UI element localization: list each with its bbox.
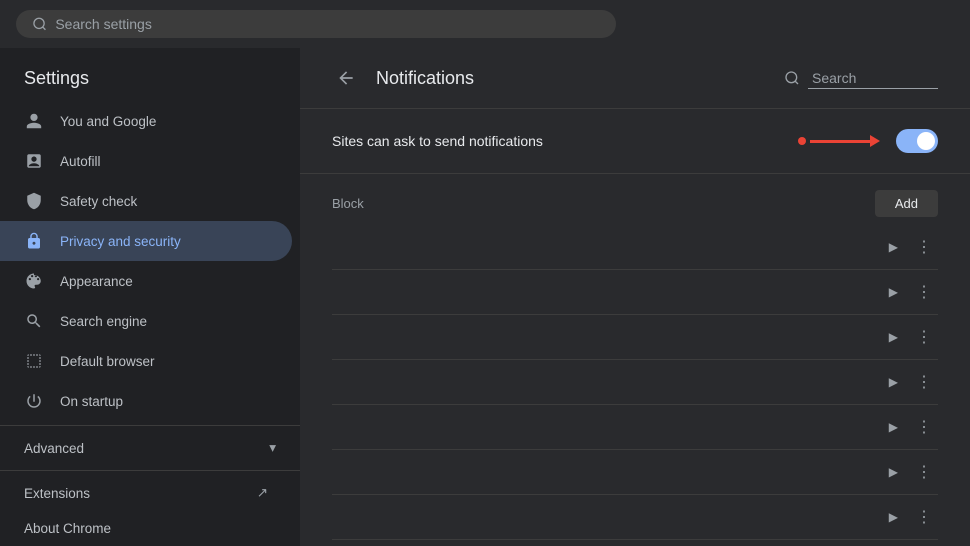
main-layout: Settings You and Google Autofill Safety …: [0, 48, 970, 546]
sidebar-item-label: Search engine: [60, 314, 147, 329]
sidebar-item-search-engine[interactable]: Search engine: [0, 301, 292, 341]
more-options-icon[interactable]: ⋮: [910, 325, 938, 349]
sidebar-item-privacy-security[interactable]: Privacy and security: [0, 221, 292, 261]
add-button[interactable]: Add: [875, 190, 938, 217]
sidebar-item-label: Safety check: [60, 194, 137, 209]
chevron-right-icon: ▶: [889, 330, 898, 344]
about-chrome-label: About Chrome: [24, 521, 111, 536]
sidebar-divider: [0, 425, 300, 426]
sidebar-item-safety-check[interactable]: Safety check: [0, 181, 292, 221]
list-item: ▶ ⋮: [332, 315, 938, 360]
chevron-right-icon: ▶: [889, 510, 898, 524]
autofill-icon: [24, 151, 44, 171]
sidebar-item-advanced[interactable]: Advanced ▾: [0, 430, 300, 466]
global-search-input[interactable]: [55, 16, 600, 32]
list-item: ▶ ⋮: [332, 360, 938, 405]
block-section: Block Add ▶ ⋮ ▶ ⋮ ▶ ⋮ ▶ ⋮ ▶ ⋮: [300, 174, 970, 546]
sidebar-item-autofill[interactable]: Autofill: [0, 141, 292, 181]
header-search-input[interactable]: [808, 68, 938, 89]
list-item: ▶ ⋮: [332, 495, 938, 540]
advanced-label: Advanced: [24, 441, 84, 456]
sidebar-item-label: On startup: [60, 394, 123, 409]
sidebar-item-label: Autofill: [60, 154, 101, 169]
top-bar: [0, 0, 970, 48]
sidebar-divider-2: [0, 470, 300, 471]
more-options-icon[interactable]: ⋮: [910, 415, 938, 439]
more-options-icon[interactable]: ⋮: [910, 235, 938, 259]
more-options-icon[interactable]: ⋮: [910, 505, 938, 529]
content-area: Notifications Sites can ask to send noti…: [300, 48, 970, 546]
block-label: Block: [332, 196, 364, 211]
arrow-head: [870, 135, 880, 147]
arrow-dot: [798, 137, 806, 145]
sidebar-item-label: You and Google: [60, 114, 156, 129]
lock-icon: [24, 231, 44, 251]
notifications-toggle-row: Sites can ask to send notifications: [300, 109, 970, 174]
content-header-left: Notifications: [332, 64, 474, 92]
list-item: ▶ ⋮: [332, 270, 938, 315]
sidebar-item-extensions[interactable]: Extensions ↗: [0, 475, 292, 511]
sidebar-item-appearance[interactable]: Appearance: [0, 261, 292, 301]
notifications-toggle[interactable]: [896, 129, 938, 153]
back-button[interactable]: [332, 64, 360, 92]
red-arrow: [798, 135, 880, 147]
more-options-icon[interactable]: ⋮: [910, 280, 938, 304]
sidebar-item-you-and-google[interactable]: You and Google: [0, 101, 292, 141]
list-item: ▶ ⋮: [332, 225, 938, 270]
sidebar-item-label: Privacy and security: [60, 234, 181, 249]
search-engine-icon: [24, 311, 44, 331]
chevron-down-icon: ▾: [269, 440, 276, 456]
sidebar-title: Settings: [0, 56, 300, 101]
global-search-bar[interactable]: [16, 10, 616, 38]
sidebar-item-about-chrome[interactable]: About Chrome: [0, 511, 292, 546]
arrow-line: [810, 140, 870, 143]
sidebar-item-on-startup[interactable]: On startup: [0, 381, 292, 421]
more-options-icon[interactable]: ⋮: [910, 370, 938, 394]
extensions-label: Extensions: [24, 486, 90, 501]
header-search: [784, 68, 938, 89]
list-item: ▶ ⋮: [332, 540, 938, 546]
more-options-icon[interactable]: ⋮: [910, 460, 938, 484]
list-item: ▶ ⋮: [332, 405, 938, 450]
sidebar: Settings You and Google Autofill Safety …: [0, 48, 300, 546]
power-icon: [24, 391, 44, 411]
sidebar-item-label: Appearance: [60, 274, 133, 289]
chevron-right-icon: ▶: [889, 465, 898, 479]
sidebar-item-label: Default browser: [60, 354, 155, 369]
search-icon-header: [784, 70, 800, 86]
search-icon: [32, 16, 47, 32]
toggle-area: [798, 129, 938, 153]
browser-icon: [24, 351, 44, 371]
chevron-right-icon: ▶: [889, 285, 898, 299]
content-header: Notifications: [300, 48, 970, 109]
palette-icon: [24, 271, 44, 291]
shield-icon: [24, 191, 44, 211]
block-header: Block Add: [332, 190, 938, 217]
page-title: Notifications: [376, 68, 474, 89]
toggle-label: Sites can ask to send notifications: [332, 133, 543, 149]
list-item: ▶ ⋮: [332, 450, 938, 495]
external-link-icon: ↗: [257, 485, 268, 501]
toggle-knob: [917, 132, 935, 150]
person-icon: [24, 111, 44, 131]
sidebar-item-default-browser[interactable]: Default browser: [0, 341, 292, 381]
chevron-right-icon: ▶: [889, 420, 898, 434]
chevron-right-icon: ▶: [889, 375, 898, 389]
chevron-right-icon: ▶: [889, 240, 898, 254]
